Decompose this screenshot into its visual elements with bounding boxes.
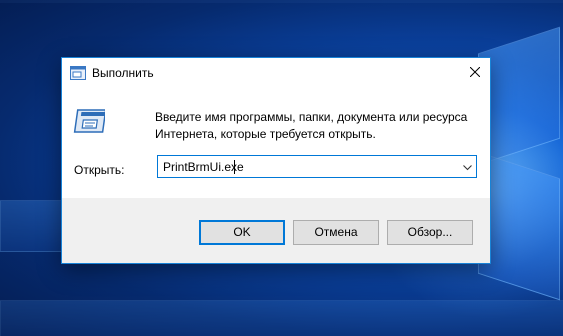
title-bar[interactable]: Выполнить [62,58,490,88]
run-dialog: Выполнить Введите имя программы, папки, … [61,57,491,264]
window-logo-pane [0,300,563,336]
ok-button[interactable]: OK [199,220,285,245]
dropdown-button[interactable] [458,156,476,177]
close-icon [469,64,481,82]
dialog-footer: OK Отмена Обзор... [62,198,490,263]
chevron-down-icon [462,158,472,176]
browse-button[interactable]: Обзор... [387,220,473,245]
dialog-description: Введите имя программы, папки, документа … [155,109,467,143]
run-icon [73,108,107,136]
description-line: Интернета, которые требуется открыть. [155,127,376,141]
dialog-title: Выполнить [92,66,154,80]
dialog-content: Введите имя программы, папки, документа … [62,88,490,198]
open-input[interactable] [158,156,454,177]
cancel-button[interactable]: Отмена [293,220,379,245]
window-logo-pane [0,200,62,252]
description-line: Введите имя программы, папки, документа … [155,110,468,124]
light-beam [0,0,563,3]
desktop-background: Выполнить Введите имя программы, папки, … [0,0,563,336]
open-label: Открыть: [74,163,125,177]
open-combobox[interactable] [157,155,477,178]
close-button[interactable] [460,58,490,88]
text-caret [234,160,235,174]
run-icon [70,66,86,80]
